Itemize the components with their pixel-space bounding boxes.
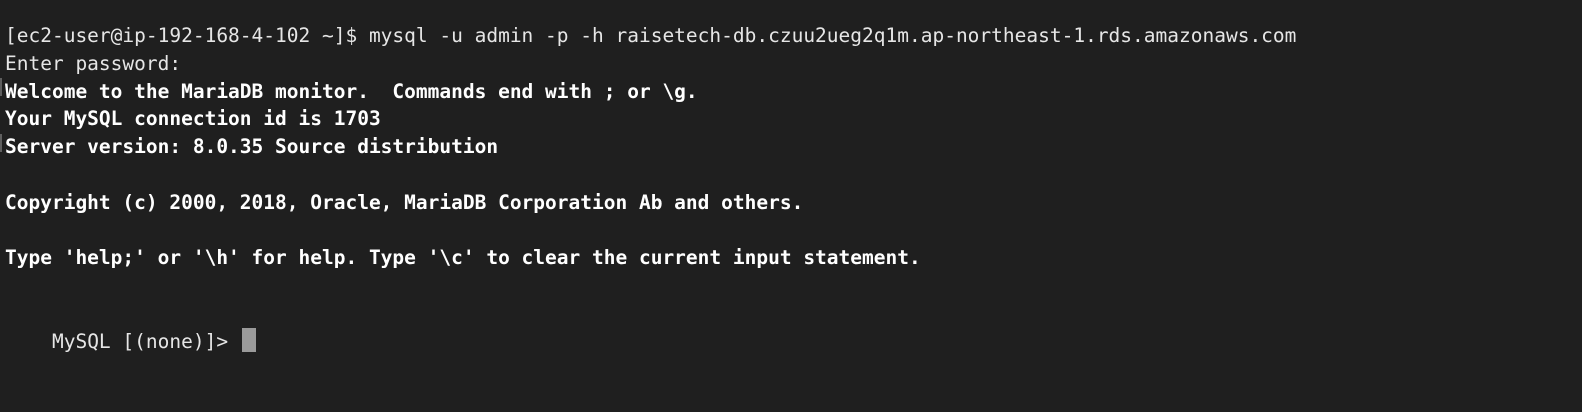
terminal-line-connection-id: Your MySQL connection id is 1703	[5, 107, 381, 131]
terminal-line-command: [ec2-user@ip-192-168-4-102 ~]$ mysql -u …	[5, 24, 1297, 47]
terminal-line-password-prompt: Enter password:	[5, 51, 182, 75]
text-cursor[interactable]	[242, 327, 257, 352]
line-marker	[0, 78, 2, 96]
terminal-window[interactable]: [ec2-user@ip-192-168-4-102 ~]$ mysql -u …	[0, 0, 1582, 412]
terminal-line-help: Type 'help;' or '\h' for help. Type '\c'…	[5, 246, 921, 270]
terminal-line-server-version: Server version: 8.0.35 Source distributi…	[5, 135, 499, 159]
mysql-prompt: MySQL [(none)]>	[51, 329, 229, 353]
terminal-line-welcome: Welcome to the MariaDB monitor. Commands…	[5, 79, 698, 103]
mysql-prompt-line[interactable]: MySQL [(none)]>	[5, 300, 1582, 353]
terminal-line-copyright: Copyright (c) 2000, 2018, Oracle, MariaD…	[5, 190, 804, 214]
line-marker	[0, 134, 2, 152]
